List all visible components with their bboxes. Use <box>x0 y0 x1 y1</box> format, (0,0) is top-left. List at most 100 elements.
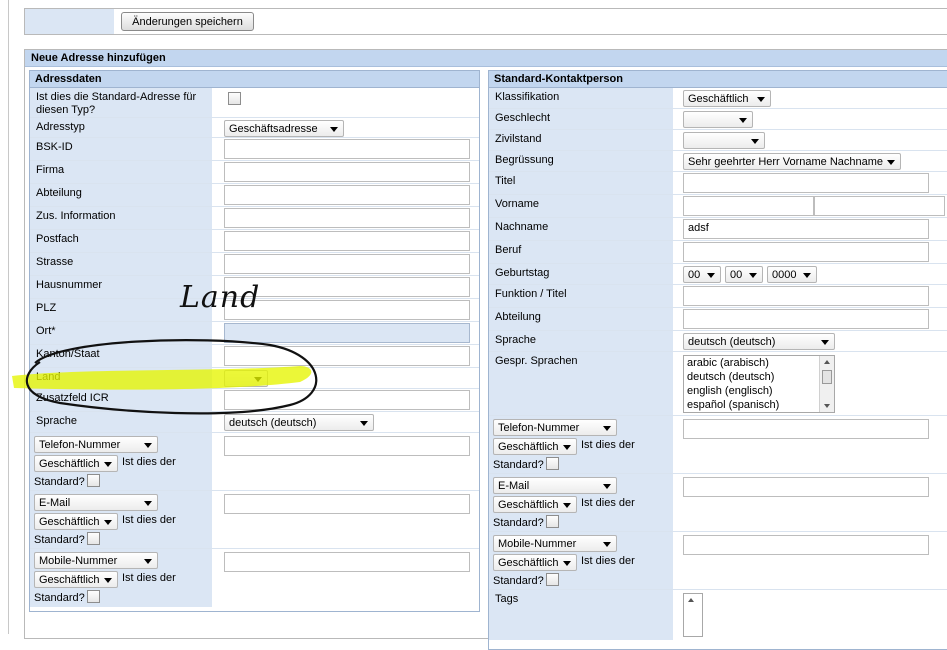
contact-kind-select[interactable]: Geschäftlich <box>34 571 118 588</box>
standard-question: Standard? <box>493 575 544 587</box>
kanton-label: Kanton/Staat <box>30 345 212 367</box>
chevron-down-icon <box>563 445 571 450</box>
gespr-label: Gespr. Sprachen <box>489 352 673 415</box>
contact-type-select[interactable]: Mobile-Nummer <box>34 552 158 569</box>
list-item[interactable]: español (spanisch) <box>684 398 834 412</box>
land-select[interactable] <box>224 370 268 387</box>
chevron-down-icon <box>803 273 811 278</box>
titel-input[interactable] <box>683 173 929 193</box>
standard-question: Standard? <box>493 459 544 471</box>
contact-type-select[interactable]: Mobile-Nummer <box>493 535 617 552</box>
zusatzfeld-row: Zusatzfeld ICR <box>30 389 479 412</box>
scroll-down-icon[interactable] <box>824 404 830 408</box>
chevron-down-icon <box>603 542 611 547</box>
contact-type-select[interactable]: E-Mail <box>34 494 158 511</box>
zusatzfeld-input[interactable] <box>224 390 470 410</box>
adresstyp-select[interactable]: Geschäftsadresse <box>224 120 344 137</box>
zivilstand-select[interactable] <box>683 132 765 149</box>
std-address-checkbox[interactable] <box>228 92 241 105</box>
contact-value-input[interactable] <box>224 436 470 456</box>
contact-type-select[interactable]: Telefon-Nummer <box>493 419 617 436</box>
toolbar-label-cell <box>25 9 114 34</box>
listbox-scrollbar[interactable] <box>819 356 834 412</box>
list-item[interactable]: deutsch (deutsch) <box>684 370 834 384</box>
standard-checkbox[interactable] <box>546 515 559 528</box>
hausnummer-input[interactable] <box>224 277 470 297</box>
contact-kind-select[interactable]: Geschäftlich <box>493 554 577 571</box>
chevron-down-icon <box>751 139 759 144</box>
contact-kind-select[interactable]: Geschäftlich <box>493 438 577 455</box>
birthday-month-select[interactable]: 00 <box>725 266 763 283</box>
klassifikation-select[interactable]: Geschäftlich <box>683 90 771 107</box>
land-row: Land <box>30 368 479 389</box>
contact-kind-select[interactable]: Geschäftlich <box>34 455 118 472</box>
cp-contact-group-email: E-Mail Geschäftlich Ist dies der Standar… <box>489 474 947 532</box>
funktion-input[interactable] <box>683 286 929 306</box>
contact-value-input[interactable] <box>683 419 929 439</box>
chevron-down-icon <box>104 462 112 467</box>
chevron-down-icon <box>749 273 757 278</box>
geburtstag-row: Geburtstag 00 00 0000 <box>489 264 947 285</box>
contact-kind-select[interactable]: Geschäftlich <box>34 513 118 530</box>
zus-input[interactable] <box>224 208 470 228</box>
vorname-input[interactable] <box>683 196 814 216</box>
postfach-input[interactable] <box>224 231 470 251</box>
contact-value-input[interactable] <box>683 477 929 497</box>
contact-value-input[interactable] <box>224 494 470 514</box>
birthday-day-select[interactable]: 00 <box>683 266 721 283</box>
sprache-row: Sprache deutsch (deutsch) <box>30 412 479 433</box>
contact-type-select[interactable]: E-Mail <box>493 477 617 494</box>
list-item[interactable]: english (englisch) <box>684 384 834 398</box>
scroll-thumb[interactable] <box>822 370 832 384</box>
chevron-down-icon <box>144 559 152 564</box>
standard-checkbox[interactable] <box>87 532 100 545</box>
save-changes-button[interactable]: Änderungen speichern <box>121 12 254 31</box>
address-panel: Adressdaten Ist dies die Standard-Adress… <box>29 70 480 612</box>
standard-label: Ist dies der <box>581 555 635 567</box>
cp-sprache-select[interactable]: deutsch (deutsch) <box>683 333 835 350</box>
geschlecht-select[interactable] <box>683 111 753 128</box>
sprache-select[interactable]: deutsch (deutsch) <box>224 414 374 431</box>
ort-label: Ort* <box>30 322 212 344</box>
bsk-input[interactable] <box>224 139 470 159</box>
strasse-input[interactable] <box>224 254 470 274</box>
scroll-up-icon[interactable] <box>688 598 694 602</box>
chevron-down-icon <box>254 377 262 382</box>
tags-row: Tags <box>489 590 947 640</box>
standard-checkbox[interactable] <box>87 474 100 487</box>
abteilung-input[interactable] <box>224 185 470 205</box>
contact-type-select[interactable]: Telefon-Nummer <box>34 436 158 453</box>
vorname-second-input[interactable] <box>814 196 945 216</box>
plz-input[interactable] <box>224 300 470 320</box>
begruessung-row: Begrüssung Sehr geehrter Herr Vorname Na… <box>489 151 947 172</box>
scroll-up-icon[interactable] <box>824 360 830 364</box>
standard-label: Ist dies der <box>581 439 635 451</box>
list-item[interactable]: arabic (arabisch) <box>684 356 834 370</box>
contact-value-input[interactable] <box>224 552 470 572</box>
cp-abteilung-input[interactable] <box>683 309 929 329</box>
ort-input[interactable] <box>224 323 470 343</box>
standard-checkbox[interactable] <box>546 573 559 586</box>
firma-input[interactable] <box>224 162 470 182</box>
section-title: Neue Adresse hinzufügen <box>25 50 947 67</box>
beruf-input[interactable] <box>683 242 929 262</box>
contact-value-input[interactable] <box>683 535 929 555</box>
contact-kind-select[interactable]: Geschäftlich <box>493 496 577 513</box>
postfach-row: Postfach <box>30 230 479 253</box>
tags-textarea[interactable] <box>683 593 703 637</box>
std-address-label: Ist dies die Standard-Adresse für diesen… <box>30 88 212 117</box>
contact-group-mobile: Mobile-Nummer Geschäftlich Ist dies der … <box>30 549 479 607</box>
cp-contact-group-phone: Telefon-Nummer Geschäftlich Ist dies der… <box>489 416 947 474</box>
begruessung-select[interactable]: Sehr geehrter Herr Vorname Nachname <box>683 153 901 170</box>
standard-checkbox[interactable] <box>87 590 100 603</box>
gespr-row: Gespr. Sprachen arabic (arabisch) deutsc… <box>489 352 947 416</box>
kanton-input[interactable] <box>224 346 470 366</box>
chevron-down-icon <box>104 578 112 583</box>
standard-checkbox[interactable] <box>546 457 559 470</box>
birthday-year-select[interactable]: 0000 <box>767 266 817 283</box>
nachname-input[interactable]: adsf <box>683 219 929 239</box>
land-label: Land <box>30 368 212 388</box>
zus-label: Zus. Information <box>30 207 212 229</box>
geburtstag-label: Geburtstag <box>489 264 673 284</box>
spoken-languages-listbox[interactable]: arabic (arabisch) deutsch (deutsch) engl… <box>683 355 835 413</box>
